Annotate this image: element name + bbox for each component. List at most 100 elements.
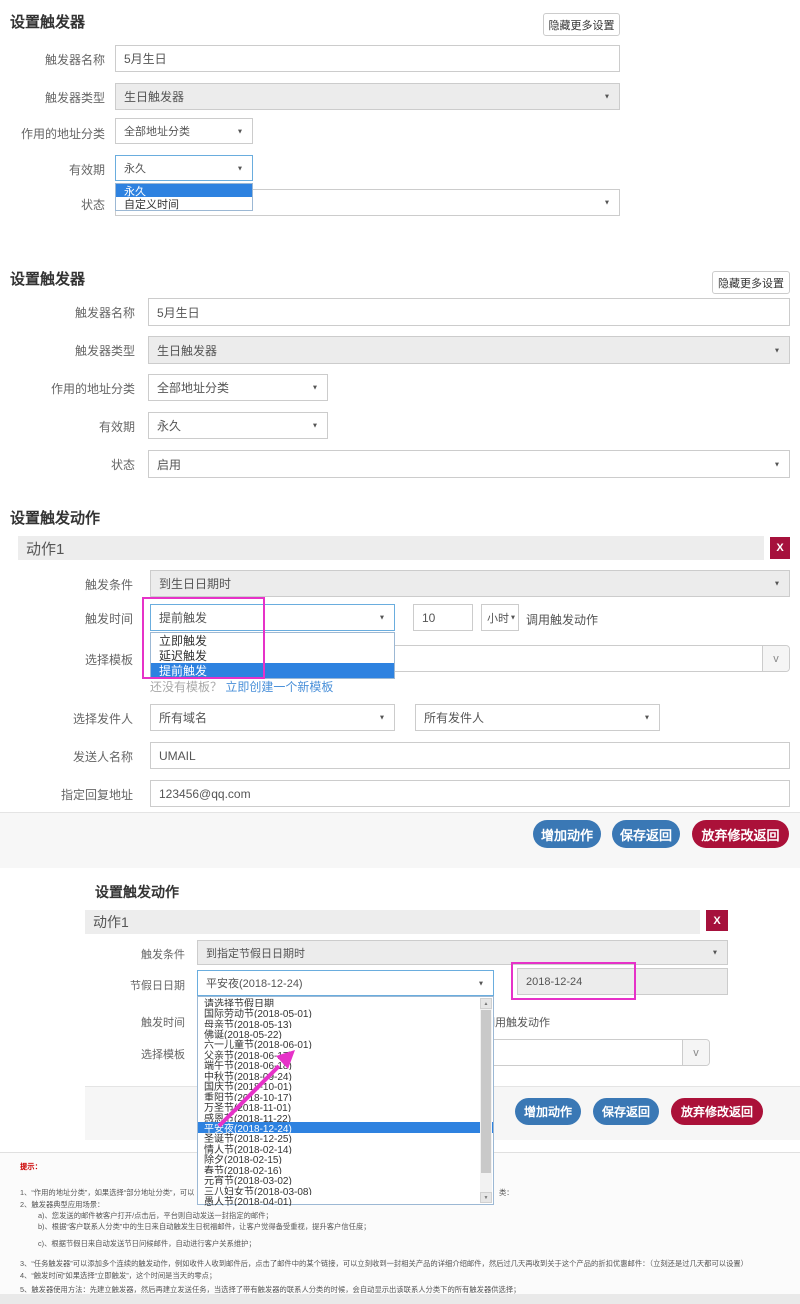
- create-template-link[interactable]: 立即创建一个新模板: [225, 680, 333, 694]
- dropdown-option[interactable]: 春节(2018-02-16): [198, 1164, 493, 1174]
- panel3-time-label: 触发时间: [0, 610, 133, 627]
- panel3-from-name-input[interactable]: UMAIL: [150, 742, 790, 769]
- panel1-validity-label: 有效期: [0, 161, 105, 178]
- panel3-sender-label: 选择发件人: [0, 710, 133, 727]
- dropdown-scrollbar[interactable]: ▲ ▼: [480, 998, 492, 1203]
- scroll-down-icon[interactable]: ▼: [480, 1192, 492, 1203]
- hints-title: 提示：: [20, 1160, 42, 1171]
- chevron-down-icon: ▼: [604, 93, 611, 101]
- panel3-add-action-button[interactable]: 增加动作: [533, 820, 601, 848]
- chevron-down-icon: v: [682, 1040, 709, 1065]
- chevron-down-icon: ▼: [379, 614, 386, 622]
- panel2-status-select[interactable]: 启用 ▼: [148, 450, 790, 478]
- chevron-down-icon: ▼: [604, 199, 611, 207]
- panel4-condition-select[interactable]: 到指定节假日日期时 ▼: [197, 940, 728, 965]
- panel4-holiday-select[interactable]: 平安夜(2018-12-24) ▼: [197, 970, 494, 996]
- panel3-condition-select[interactable]: 到生日日期时 ▼: [150, 570, 790, 597]
- chevron-down-icon: ▼: [312, 422, 319, 430]
- annotation-arrow-icon: [205, 1042, 305, 1130]
- panel1-name-label: 触发器名称: [0, 51, 105, 68]
- panel2-title: 设置触发器: [10, 268, 85, 289]
- panel2-type-select[interactable]: 生日触发器 ▼: [148, 336, 790, 364]
- dropdown-option[interactable]: 请选择节假日期: [198, 997, 493, 1007]
- panel3-from-name-label: 发送人名称: [0, 748, 133, 765]
- panel2-category-label: 作用的地址分类: [0, 380, 135, 397]
- panel3-template-label: 选择模板: [0, 651, 133, 668]
- panel2-name-input[interactable]: 5月生日: [148, 298, 790, 326]
- panel3-title: 设置触发动作: [10, 507, 100, 528]
- panel3-discard-button[interactable]: 放弃修改返回: [692, 820, 789, 848]
- dropdown-option[interactable]: 自定义时间: [116, 197, 252, 210]
- dropdown-option[interactable]: 情人节(2018-02-14): [198, 1143, 493, 1153]
- hint-line-5: 5、触发器使用方法：先建立触发器，然后再建立发送任务，当选择了带有触发器的联系人…: [20, 1283, 520, 1294]
- panel1-validity-select[interactable]: 永久 ▼: [115, 155, 253, 181]
- dropdown-option[interactable]: 圣诞节(2018-12-25): [198, 1133, 493, 1143]
- panel4-title: 设置触发动作: [95, 882, 179, 902]
- chevron-down-icon: ▼: [312, 384, 319, 392]
- panel3-invoke-text: 调用触发动作: [526, 611, 598, 628]
- panel2-validity-select[interactable]: 永久 ▼: [148, 412, 328, 439]
- panel2-name-label: 触发器名称: [0, 304, 135, 321]
- annotation-box-time-select: [142, 597, 265, 679]
- hint-line-2b: b)、根据“客户联系人分类”中的生日来自动触发生日祝福邮件，让客户觉得备受重视，…: [38, 1220, 371, 1231]
- panel1-validity-dropdown: 永久 自定义时间: [115, 183, 253, 211]
- panel2-hide-more-button[interactable]: 隐藏更多设置: [712, 271, 790, 294]
- hint-line-2a: a)、您发送的邮件被客户打开/点击后，平台则自动发送一封指定的邮件；: [38, 1209, 273, 1220]
- panel1-type-select[interactable]: 生日触发器 ▼: [115, 83, 620, 110]
- panel4-add-action-button[interactable]: 增加动作: [515, 1098, 581, 1125]
- panel3-reply-input[interactable]: 123456@qq.com: [150, 780, 790, 807]
- chevron-down-icon: ▼: [712, 949, 719, 957]
- dropdown-option[interactable]: 永久: [116, 184, 252, 197]
- hint-line-2c: c)、根据节假日来自动发送节日问候邮件，自动进行客户关系维护；: [38, 1237, 256, 1248]
- dropdown-option[interactable]: 母亲节(2018-05-13): [198, 1018, 493, 1028]
- panel4-time-label: 触发时间: [85, 1014, 185, 1030]
- hint-line-3: 3、“任务触发器”可以添加多个连续的触发动作，例如收件人收到邮件后，点击了邮件中…: [20, 1257, 748, 1268]
- panel3-sender-select[interactable]: 所有发件人 ▼: [415, 704, 660, 731]
- hint-line-2: 2、触发器典型应用场景：: [20, 1198, 104, 1209]
- panel4-holiday-label: 节假日日期: [85, 977, 185, 993]
- chevron-down-icon: ▼: [478, 979, 485, 987]
- panel3-action-header: 动作1: [18, 536, 764, 560]
- scroll-up-icon[interactable]: ▲: [480, 998, 492, 1009]
- dropdown-option[interactable]: 国际劳动节(2018-05-01): [198, 1007, 493, 1017]
- panel1-category-select[interactable]: 全部地址分类 ▼: [115, 118, 253, 144]
- chevron-down-icon: ▼: [237, 164, 244, 172]
- panel4-save-button[interactable]: 保存返回: [593, 1098, 659, 1125]
- dropdown-option[interactable]: 除夕(2018-02-15): [198, 1154, 493, 1164]
- hint-line-1: 1、“作用的地址分类”，如果选择“部分地址分类”，可以: [20, 1186, 194, 1197]
- panel1-hide-more-button[interactable]: 隐藏更多设置: [543, 13, 620, 36]
- panel1-name-input[interactable]: 5月生日: [115, 45, 620, 72]
- panel3-unit-select[interactable]: 小时 ▼: [481, 604, 519, 631]
- panel3-save-button[interactable]: 保存返回: [612, 820, 680, 848]
- no-template-text: 还没有模板？: [150, 680, 222, 694]
- annotation-box-holiday-date: [511, 962, 636, 1000]
- panel4-action-header: 动作1: [85, 910, 700, 934]
- panel1-status-label: 状态: [0, 196, 105, 213]
- scrollbar-thumb[interactable]: [481, 1010, 491, 1173]
- dropdown-option[interactable]: 元宵节(2018-03-02): [198, 1174, 493, 1184]
- panel3-footer: [0, 812, 800, 868]
- chevron-down-icon: v: [762, 646, 789, 671]
- panel3-amount-input[interactable]: 10: [413, 604, 473, 631]
- panel4-close-action-button[interactable]: X: [706, 910, 728, 931]
- chevron-down-icon: ▼: [237, 127, 244, 135]
- chevron-down-icon: ▼: [774, 346, 781, 354]
- hint-line-1-tail: 类：: [499, 1186, 514, 1197]
- panel4-discard-button[interactable]: 放弃修改返回: [671, 1098, 763, 1125]
- panel1-category-label: 作用的地址分类: [0, 125, 105, 142]
- panel3-condition-label: 触发条件: [0, 576, 133, 593]
- chevron-down-icon: ▼: [510, 614, 517, 622]
- panel1-type-label: 触发器类型: [0, 89, 105, 106]
- panel3-template-hint: 还没有模板？ 立即创建一个新模板: [150, 678, 333, 695]
- panel3-close-action-button[interactable]: X: [770, 537, 790, 559]
- chevron-down-icon: ▼: [379, 714, 386, 722]
- dropdown-option[interactable]: 佛诞(2018-05-22): [198, 1028, 493, 1038]
- panel2-type-label: 触发器类型: [0, 342, 135, 359]
- panel3-domain-select[interactable]: 所有域名 ▼: [150, 704, 395, 731]
- bottom-strip: [0, 1294, 800, 1304]
- dropdown-option[interactable]: 愚人节(2018-04-01): [198, 1195, 493, 1205]
- panel1-title: 设置触发器: [10, 11, 85, 32]
- dropdown-option[interactable]: 三八妇女节(2018-03-08): [198, 1185, 493, 1195]
- panel2-category-select[interactable]: 全部地址分类 ▼: [148, 374, 328, 401]
- panel2-validity-label: 有效期: [0, 418, 135, 435]
